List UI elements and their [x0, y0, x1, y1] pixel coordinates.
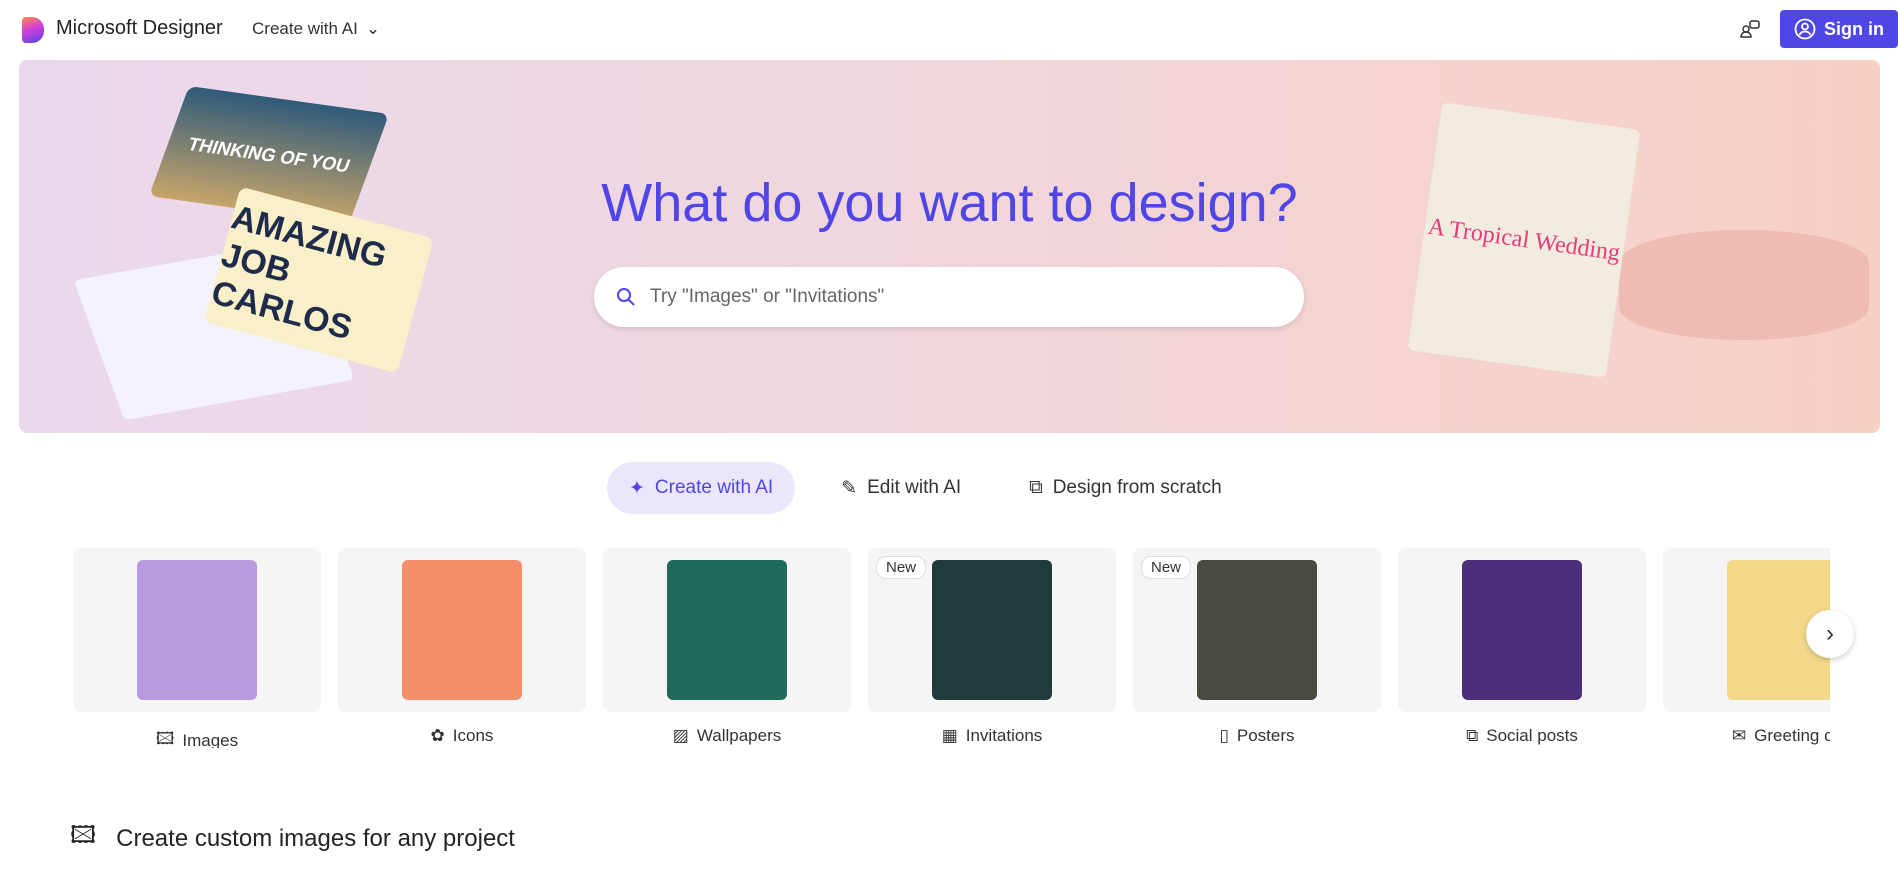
card-preview-image: [137, 560, 257, 700]
card-preview-image: [667, 560, 787, 700]
card-label-text: Icons: [452, 726, 494, 745]
card-thumbnail: New: [868, 548, 1116, 712]
sign-in-label: Sign in: [1824, 18, 1884, 39]
chevron-down-icon: ⌄: [365, 19, 381, 38]
card-label: ✿ Icons: [338, 726, 586, 746]
card-thumbnail: New: [1133, 548, 1381, 712]
image-sparkle-icon: 🖾: [70, 822, 97, 849]
search-input[interactable]: [650, 286, 1304, 308]
card-preview-image: [932, 560, 1052, 700]
carousel-next-button[interactable]: ›: [1806, 610, 1854, 658]
card-thumbnail: [73, 548, 321, 712]
category-card-images[interactable]: 🖾 Images: [73, 548, 321, 748]
section-title: Create custom images for any project: [116, 824, 515, 852]
brand-name[interactable]: Microsoft Designer: [56, 17, 223, 40]
tropical-wedding-invite-image: A Tropical Wedding: [1407, 102, 1641, 378]
category-card-posters[interactable]: New ▯ Posters: [1133, 548, 1381, 746]
card-preview-image: [1462, 560, 1582, 700]
card-thumbnail: [338, 548, 586, 712]
card-label-text: Wallpapers: [696, 726, 782, 745]
category-card-icons[interactable]: ✿ Icons: [338, 548, 586, 746]
tab-edit-with-ai[interactable]: ✎ Edit with AI: [819, 462, 983, 514]
chevron-right-icon: ›: [1826, 620, 1834, 647]
new-badge: New: [876, 556, 927, 579]
card-label: 🖾 Images: [73, 726, 321, 748]
search-icon: [617, 288, 635, 306]
card-label-text: Invitations: [965, 726, 1043, 745]
shapes-icon: ⧉: [1029, 477, 1043, 498]
card-thumbnail: [1398, 548, 1646, 712]
card-label: ▦ Invitations: [868, 726, 1116, 746]
card-thumbnail: [1663, 548, 1830, 712]
social-icon: ⧉: [1466, 726, 1479, 745]
magic-pen-icon: ✎: [841, 477, 858, 499]
user-circle-icon: [1794, 18, 1816, 40]
category-card-greeting-ca[interactable]: ✉ Greeting ca: [1663, 548, 1830, 746]
calendar-icon: ▦: [941, 726, 958, 745]
pedestal-image: [1619, 230, 1869, 340]
card-preview-image: [1197, 560, 1317, 700]
category-card-invitations[interactable]: New ▦ Invitations: [868, 548, 1116, 746]
card-label-text: Images: [182, 730, 239, 749]
new-badge: New: [1141, 556, 1192, 579]
sparkle-icon: ✦: [629, 477, 645, 499]
card-thumbnail: [603, 548, 851, 712]
poster-icon: ▯: [1219, 726, 1229, 745]
mode-tabs: ✦ Create with AI ✎ Edit with AI ⧉ Design fr…: [607, 462, 1244, 514]
card-preview-image: [402, 560, 522, 700]
card-label: ▯ Posters: [1133, 726, 1381, 746]
wallpaper-icon: ▨: [672, 726, 689, 745]
tab-create-with-ai[interactable]: ✦ Create with AI: [607, 462, 796, 514]
tab-label: Create with AI: [654, 477, 774, 498]
card-label: ⧉ Social posts: [1398, 726, 1646, 746]
image-sparkle-icon: 🖾: [155, 729, 175, 748]
card-label-text: Social posts: [1486, 726, 1578, 745]
category-carousel: 🖾 Images ✿ Icons ▨ Wallpapers New ▦ Invitations N…: [73, 548, 1830, 748]
tab-design-from-scratch[interactable]: ⧉ Design from scratch: [1007, 462, 1244, 514]
hero-title: What do you want to design?: [601, 173, 1298, 233]
sign-in-button[interactable]: Sign in: [1780, 10, 1898, 48]
create-with-ai-menu[interactable]: Create with AI ⌄: [252, 19, 380, 39]
category-card-social-posts[interactable]: ⧉ Social posts: [1398, 548, 1646, 746]
card-label: ✉ Greeting ca: [1663, 726, 1830, 746]
feedback-icon[interactable]: [1738, 17, 1762, 41]
menu-label: Create with AI: [252, 19, 358, 38]
tab-label: Design from scratch: [1052, 477, 1222, 498]
category-card-wallpapers[interactable]: ▨ Wallpapers: [603, 548, 851, 746]
icons-icon: ✿: [430, 726, 445, 745]
hero-banner: THINKING OF YOU AMAZING JOB CARLOS A Tro…: [19, 60, 1880, 433]
tab-label: Edit with AI: [867, 477, 962, 498]
card-label: ▨ Wallpapers: [603, 726, 851, 746]
search-box[interactable]: [594, 267, 1304, 327]
section-heading: 🖾 Create custom images for any project: [70, 818, 515, 859]
card-label-text: Greeting ca: [1754, 726, 1830, 745]
designer-logo[interactable]: [22, 17, 44, 43]
card-label-text: Posters: [1236, 726, 1295, 745]
header: Microsoft Designer Create with AI ⌄ Sign …: [0, 0, 1898, 58]
mail-icon: ✉: [1731, 726, 1747, 745]
